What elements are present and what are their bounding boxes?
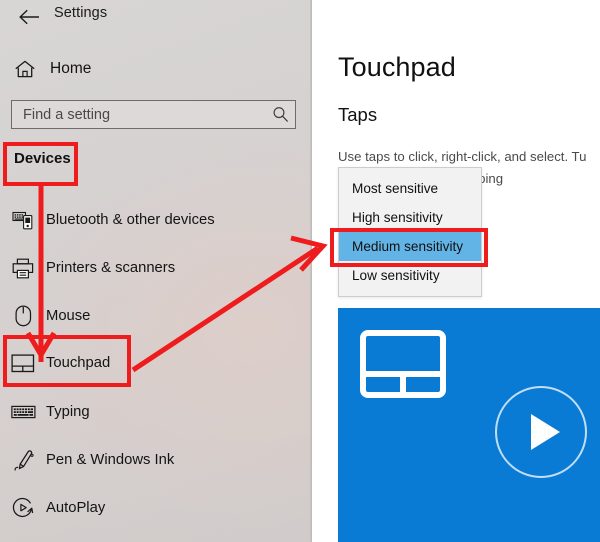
keyboard-icon (0, 404, 46, 420)
search-icon[interactable] (265, 106, 295, 123)
sidebar-item-home[interactable]: Home (10, 54, 300, 84)
back-arrow-icon[interactable] (14, 4, 44, 30)
sidebar-item-label: Typing (46, 404, 90, 420)
pen-icon (0, 449, 46, 472)
main-content: Touchpad Taps Use taps to click, right-c… (312, 0, 600, 542)
taps-description-line1: Use taps to click, right-click, and sele… (338, 149, 587, 164)
sidebar-item-pen-windows-ink[interactable]: Pen & Windows Ink (0, 440, 300, 480)
section-title-taps: Taps (338, 104, 378, 125)
touchpad-video-thumbnail[interactable] (338, 308, 600, 542)
annotation-box-touchpad (3, 335, 131, 387)
touchpad-outline-icon (360, 330, 446, 403)
sidebar-item-label: Pen & Windows Ink (46, 452, 175, 468)
sidebar-item-label: Mouse (46, 308, 91, 324)
sidebar-item-label: Printers & scanners (46, 260, 176, 276)
autoplay-icon (0, 497, 46, 519)
sidebar-item-mouse[interactable]: Mouse (0, 296, 300, 336)
sidebar-item-autoplay[interactable]: AutoPlay (0, 488, 300, 528)
window-title: Settings (54, 5, 108, 21)
sidebar-item-label: Bluetooth & other devices (46, 212, 215, 228)
printer-icon (0, 258, 46, 279)
sidebar-item-label-home: Home (50, 60, 92, 77)
home-icon (10, 60, 40, 79)
search-box[interactable] (11, 100, 296, 129)
bluetooth-devices-icon (0, 210, 46, 230)
sidebar: Settings Home Devices (0, 0, 314, 542)
annotation-box-medium-sensitivity (330, 228, 488, 267)
sidebar-item-printers-scanners[interactable]: Printers & scanners (0, 248, 300, 288)
play-button-icon[interactable] (495, 386, 587, 478)
page-title: Touchpad (338, 52, 456, 82)
dropdown-option-most-sensitive[interactable]: Most sensitive (339, 174, 481, 203)
sidebar-item-label: AutoPlay (46, 500, 106, 516)
settings-window: Settings Home Devices (0, 0, 600, 542)
search-input[interactable] (12, 106, 265, 123)
mouse-icon (0, 305, 46, 327)
sidebar-item-bluetooth-other-devices[interactable]: Bluetooth & other devices (0, 200, 300, 240)
annotation-box-devices (3, 142, 78, 186)
sidebar-item-typing[interactable]: Typing (0, 392, 300, 432)
